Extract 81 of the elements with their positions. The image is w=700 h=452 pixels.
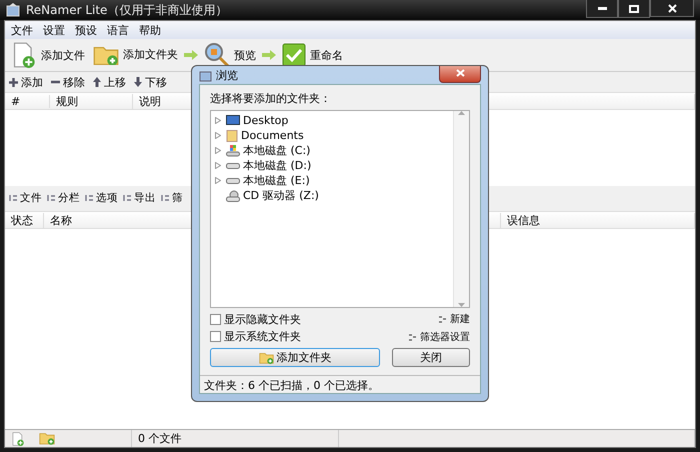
tree-item[interactable]: 本地磁盘 (C:) — [243, 143, 310, 158]
toolbar-button[interactable]: 下移 — [134, 74, 167, 90]
file-add-icon — [11, 42, 37, 68]
down-arrow-icon — [134, 77, 142, 87]
arrow-right-icon — [262, 50, 276, 60]
close-button[interactable] — [439, 66, 481, 83]
maximize-button[interactable] — [618, 0, 650, 18]
toolbar-button[interactable]: 文件 — [9, 191, 42, 205]
folder-icon — [226, 130, 238, 142]
column-header[interactable]: 状态 — [5, 212, 44, 228]
toolbar-glyph-icon — [123, 194, 131, 202]
plus-icon — [9, 78, 18, 86]
windows-drive-icon — [226, 144, 240, 156]
add-folder-button[interactable]: 添加文件夹 — [210, 348, 380, 367]
scrollbar[interactable] — [453, 111, 469, 307]
menu-item[interactable]: 语言 — [107, 23, 129, 37]
close-dialog-button[interactable]: 关闭 — [392, 348, 470, 367]
expander-icon[interactable] — [215, 147, 221, 154]
menu-item[interactable]: 文件 — [11, 23, 33, 37]
minimize-icon — [598, 7, 606, 10]
toolbar-glyph-icon — [85, 194, 93, 202]
column-header[interactable]: # — [5, 94, 50, 108]
tree-item[interactable]: Desktop — [243, 114, 288, 127]
column-header[interactable]: 误信息 — [501, 212, 695, 228]
status-text: 文件夹：6 个已扫描，0 个已选择。 — [204, 379, 379, 392]
file-count: 0 个文件 — [138, 431, 182, 446]
close-icon — [668, 4, 676, 12]
minus-icon — [51, 80, 60, 84]
tree-item[interactable]: 本地磁盘 (E:) — [243, 173, 310, 188]
tree-item[interactable]: Documents — [241, 129, 304, 142]
link-glyph-icon — [408, 334, 417, 340]
drive-icon — [226, 162, 240, 168]
checkbox[interactable] — [210, 314, 221, 325]
toolbar-button[interactable]: 筛 — [161, 191, 183, 205]
toolbar-button[interactable]: 导出 — [123, 191, 156, 205]
toolbar-button[interactable]: 选项 — [85, 191, 118, 205]
folder-add-icon — [258, 352, 274, 364]
link-glyph-icon — [438, 316, 447, 322]
close-icon — [456, 69, 464, 77]
toolbar-glyph-icon — [47, 194, 55, 202]
minimize-button[interactable] — [586, 0, 618, 18]
menu-item[interactable]: 预设 — [75, 23, 97, 37]
up-arrow-icon — [93, 77, 101, 87]
toolbar-button[interactable]: 添加文件 — [9, 42, 87, 68]
toolbar-button[interactable]: 分栏 — [47, 191, 80, 205]
menu-item[interactable]: 设置 — [43, 23, 65, 37]
link[interactable]: 新建 — [408, 312, 470, 326]
checkbox-label: 显示隐藏文件夹 — [224, 312, 301, 327]
scroll-down-icon[interactable] — [458, 303, 465, 307]
checkmark-icon — [282, 43, 306, 67]
tree-item[interactable]: 本地磁盘 (D:) — [243, 158, 312, 173]
toolbar-button[interactable]: 添加文件夹 — [91, 44, 180, 66]
expander-icon[interactable] — [215, 117, 221, 124]
folder-add-icon — [39, 432, 55, 445]
file-add-icon — [11, 432, 25, 446]
checkbox-label: 显示系统文件夹 — [224, 329, 301, 344]
checkbox[interactable] — [210, 331, 221, 342]
toolbar-button[interactable]: 添加 — [9, 74, 43, 90]
tree-item[interactable]: CD 驱动器 (Z:) — [243, 188, 319, 203]
toolbar-button[interactable]: 上移 — [93, 74, 126, 90]
link[interactable]: 筛选器设置 — [408, 330, 470, 344]
toolbar-button[interactable]: 移除 — [51, 74, 85, 90]
app-icon — [199, 68, 212, 82]
folder-add-icon — [93, 44, 119, 66]
close-button[interactable] — [650, 0, 694, 17]
cd-drive-icon — [226, 190, 240, 202]
expander-icon[interactable] — [215, 177, 221, 184]
toolbar-glyph-icon — [161, 194, 169, 202]
toolbar-glyph-icon — [9, 194, 17, 202]
prompt-label: 选择将要添加的文件夹： — [210, 91, 332, 106]
dialog-title: 浏览 — [216, 68, 238, 82]
expander-icon[interactable] — [215, 162, 221, 169]
app-icon — [6, 3, 20, 17]
maximize-icon — [629, 4, 639, 12]
arrow-right-icon — [184, 50, 198, 60]
column-header[interactable]: 规则 — [50, 94, 133, 108]
window-title: ReNamer Lite（仅用于非商业使用） — [26, 2, 228, 18]
drive-icon — [226, 178, 240, 184]
expander-icon[interactable] — [215, 132, 221, 139]
monitor-icon — [226, 115, 240, 126]
menu-item[interactable]: 帮助 — [139, 23, 161, 37]
